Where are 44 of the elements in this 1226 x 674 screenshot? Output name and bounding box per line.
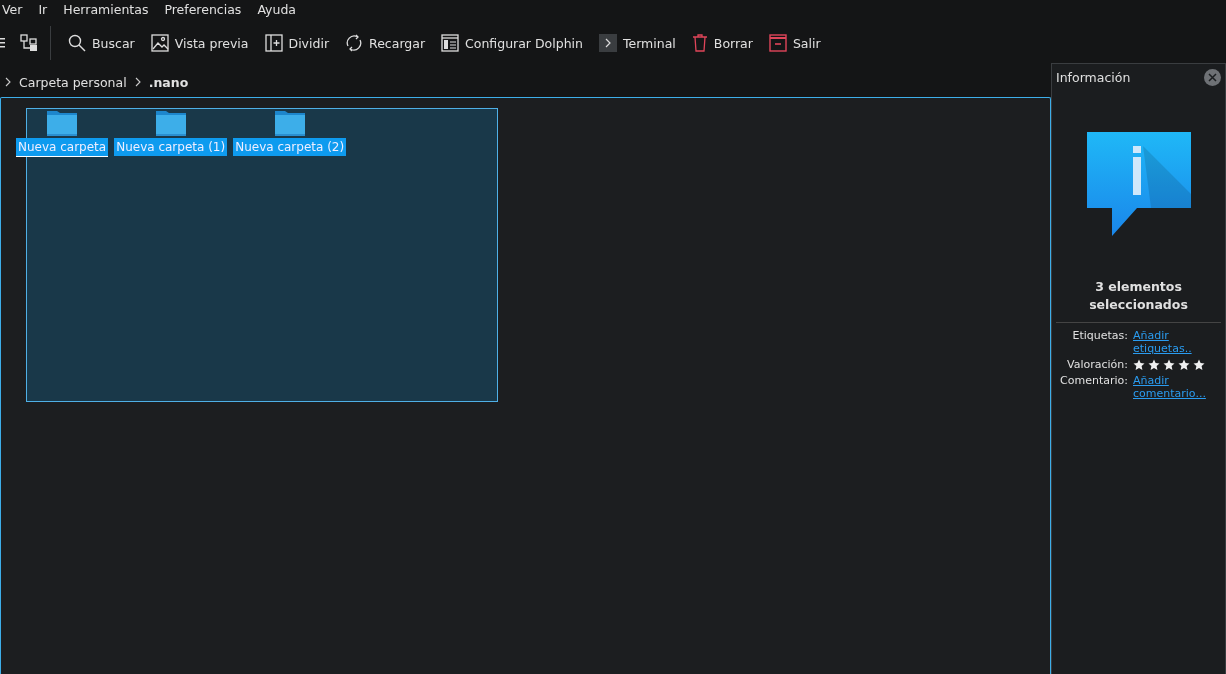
menu-item[interactable]: Herramientas	[63, 2, 149, 17]
toolbar-button[interactable]: Configurar Dolphin	[436, 30, 588, 56]
search-icon	[68, 34, 86, 52]
folder-icon[interactable]	[154, 110, 187, 136]
reload-icon	[345, 34, 364, 52]
menu-item[interactable]: Ayuda	[257, 2, 296, 17]
close-icon[interactable]	[1204, 69, 1221, 86]
star-icon[interactable]	[1133, 358, 1145, 371]
toolbar-button[interactable]: Buscar	[63, 30, 140, 56]
star-icon[interactable]	[1193, 358, 1205, 371]
toolbar-button[interactable]: Vista previa	[145, 30, 254, 56]
menu-item[interactable]: Ver	[2, 2, 23, 17]
toolbar-button[interactable]: Recargar	[340, 30, 431, 56]
panel-title: Información	[1056, 70, 1131, 85]
field-label: Comentario:	[1059, 374, 1128, 389]
list-icon[interactable]	[0, 35, 6, 51]
star-icon[interactable]	[1163, 358, 1175, 371]
star-icon[interactable]	[1178, 358, 1190, 371]
settings-icon	[441, 34, 460, 52]
field-link[interactable]: Añadir etiquetas..	[1133, 329, 1225, 355]
folder-icon[interactable]	[273, 110, 306, 136]
split-view-icon	[264, 34, 283, 52]
field-label: Valoración:	[1066, 358, 1128, 371]
quit-icon	[768, 34, 787, 52]
field-label: Etiquetas:	[1071, 329, 1128, 344]
star-icon[interactable]	[1148, 358, 1160, 371]
menu-item[interactable]: Ir	[38, 2, 48, 17]
breadcrumb-item[interactable]: .nano	[148, 74, 189, 90]
folder-icon[interactable]	[46, 110, 79, 136]
toolbar-button[interactable]: Dividir	[259, 30, 335, 56]
chevron-icon	[134, 77, 141, 87]
toolbar-button[interactable]: Terminal	[594, 30, 681, 56]
selection-summary: 3 elementos seleccionados	[1088, 278, 1189, 314]
image-icon	[150, 34, 169, 52]
tree-view-icon[interactable]	[20, 34, 38, 52]
toolbar-button[interactable]: Borrar	[686, 30, 758, 56]
menu-item[interactable]: Preferencias	[164, 2, 242, 17]
info-icon	[1086, 132, 1191, 236]
field-link[interactable]: Añadir comentario...	[1133, 374, 1225, 400]
chevron-icon	[5, 77, 11, 87]
trash-icon	[691, 34, 708, 52]
breadcrumb-item[interactable]: Carpeta personal	[19, 74, 127, 90]
terminal-icon	[599, 34, 617, 52]
toolbar-button[interactable]: Salir	[763, 30, 826, 56]
